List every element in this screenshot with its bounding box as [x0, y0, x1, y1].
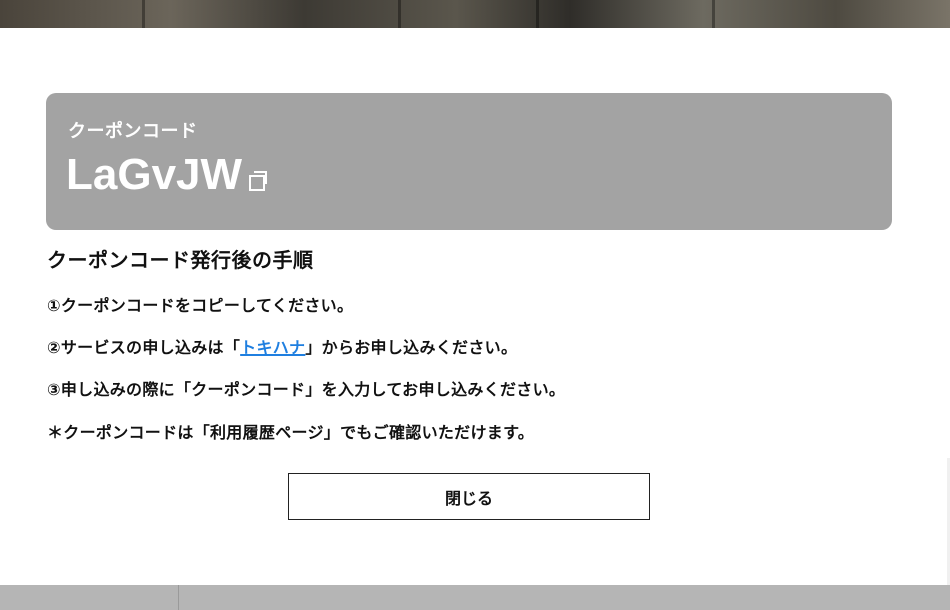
copy-icon-front: [249, 175, 266, 191]
step2-suffix: 」からお申し込みください。: [305, 338, 518, 357]
step-enter-code: ③申し込みの際に「クーポンコード」を入力してお申し込みください。: [47, 380, 566, 399]
copy-icon[interactable]: [248, 171, 268, 193]
step-copy-code: ①クーポンコードをコピーしてください。: [47, 296, 354, 315]
step-apply-service: ②サービスの申し込みは「トキハナ」からお申し込みください。: [47, 334, 517, 358]
steps-title: クーポンコード発行後の手順: [47, 248, 314, 272]
coupon-code-row: LaGvJW: [66, 149, 268, 201]
history-page-note: ＊クーポンコードは「利用履歴ページ」でもご確認いただけます。: [47, 423, 535, 442]
photo-detail: [142, 0, 145, 28]
bottom-bar-divider: [178, 585, 179, 610]
coupon-card: クーポンコード LaGvJW: [46, 93, 892, 230]
photo-detail: [536, 0, 539, 28]
coupon-modal: クーポンコード LaGvJW クーポンコード発行後の手順 ①クーポンコードをコピ…: [0, 28, 950, 608]
photo-detail: [398, 0, 401, 28]
coupon-label: クーポンコード: [68, 121, 198, 142]
background-photo-strip: [0, 0, 950, 28]
coupon-code[interactable]: LaGvJW: [66, 149, 242, 201]
close-button[interactable]: 閉じる: [288, 473, 650, 520]
step2-prefix: ②サービスの申し込みは「: [47, 338, 241, 357]
bottom-bar: [0, 585, 950, 610]
photo-detail: [712, 0, 715, 28]
tokihana-link[interactable]: トキハナ: [240, 338, 305, 357]
